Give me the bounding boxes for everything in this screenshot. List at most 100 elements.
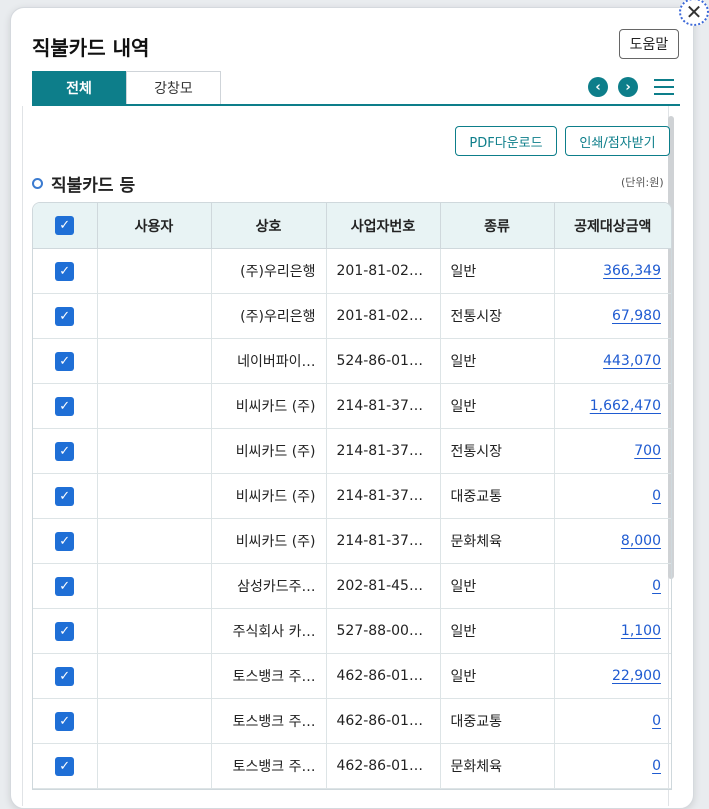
user-cell [97, 608, 212, 654]
table-row: ✓ 비씨카드 (주) 214-81-37… 일반 1,662,470 [33, 383, 671, 429]
table-header-row: ✓ 사용자 상호 사업자번호 종류 공제대상금액 [33, 203, 671, 249]
amount-link[interactable]: 366,349 [603, 263, 661, 279]
tab-bar: 전체 강창모 [32, 71, 680, 106]
merchant-cell: 비씨카드 (주) [211, 428, 327, 474]
row-checkbox-cell[interactable]: ✓ [33, 383, 98, 429]
row-checkbox[interactable]: ✓ [55, 756, 75, 776]
table-row: ✓ 토스뱅크 주… 462-86-01… 일반 22,900 [33, 653, 671, 699]
row-checkbox-cell[interactable]: ✓ [33, 428, 98, 474]
select-all-checkbox[interactable]: ✓ [55, 216, 75, 235]
table-row: ✓ 삼성카드주… 202-81-45… 일반 0 [33, 563, 671, 609]
amount-cell: 700 [554, 428, 671, 474]
row-checkbox[interactable]: ✓ [55, 621, 75, 641]
amount-cell: 1,662,470 [554, 383, 671, 429]
row-checkbox[interactable]: ✓ [55, 711, 75, 731]
row-checkbox[interactable]: ✓ [55, 306, 75, 326]
table-row: ✓ (주)우리은행 201-81-02… 일반 366,349 [33, 248, 671, 294]
type-cell: 대중교통 [440, 473, 555, 519]
merchant-cell: 주식회사 카… [211, 608, 327, 654]
row-checkbox[interactable]: ✓ [55, 441, 75, 461]
select-all-cell[interactable]: ✓ [33, 203, 98, 249]
amount-link[interactable]: 22,900 [612, 668, 661, 684]
amount-link[interactable]: 1,662,470 [590, 398, 661, 414]
user-cell [97, 383, 212, 429]
amount-cell: 0 [554, 743, 671, 789]
amount-cell: 0 [554, 563, 671, 609]
merchant-cell: 토스뱅크 주… [211, 653, 327, 699]
type-cell: 문화체육 [440, 743, 555, 789]
amount-link[interactable]: 0 [652, 488, 661, 504]
column-header: 종류 [440, 203, 555, 249]
row-checkbox-cell[interactable]: ✓ [33, 698, 98, 744]
bizno-cell: 214-81-37… [326, 518, 441, 564]
dialog-title: 직불카드 내역 [32, 36, 150, 60]
column-header: 사업자번호 [326, 203, 441, 249]
next-tab-icon[interactable]: › [618, 77, 638, 97]
row-checkbox-cell[interactable]: ✓ [33, 473, 98, 519]
row-checkbox-cell[interactable]: ✓ [33, 338, 98, 384]
amount-cell: 443,070 [554, 338, 671, 384]
amount-cell: 67,980 [554, 293, 671, 339]
type-cell: 일반 [440, 653, 555, 699]
row-checkbox-cell[interactable]: ✓ [33, 518, 98, 564]
row-checkbox[interactable]: ✓ [55, 396, 75, 416]
bullet-icon [32, 178, 43, 189]
user-cell [97, 293, 212, 339]
merchant-cell: 비씨카드 (주) [211, 383, 327, 429]
tab-all[interactable]: 전체 [32, 71, 126, 104]
amount-link[interactable]: 0 [652, 758, 661, 774]
section-title-text: 직불카드 등 [51, 176, 136, 196]
bizno-cell: 462-86-01… [326, 653, 441, 699]
type-cell: 일반 [440, 338, 555, 384]
amount-link[interactable]: 1,100 [621, 623, 661, 639]
row-checkbox[interactable]: ✓ [55, 531, 75, 551]
amount-link[interactable]: 0 [652, 713, 661, 729]
user-cell [97, 653, 212, 699]
bizno-cell: 201-81-02… [326, 293, 441, 339]
print-braille-button[interactable]: 인쇄/점자받기 [565, 126, 670, 156]
pdf-download-button[interactable]: PDF다운로드 [455, 126, 557, 156]
user-cell [97, 428, 212, 474]
row-checkbox[interactable]: ✓ [55, 486, 75, 506]
type-cell: 일반 [440, 383, 555, 429]
column-header: 사용자 [97, 203, 212, 249]
menu-icon[interactable] [654, 79, 674, 95]
row-checkbox[interactable]: ✓ [55, 666, 75, 686]
merchant-cell: 토스뱅크 주… [211, 698, 327, 744]
prev-tab-icon[interactable]: ‹ [588, 77, 608, 97]
user-cell [97, 473, 212, 519]
row-checkbox-cell[interactable]: ✓ [33, 563, 98, 609]
amount-link[interactable]: 700 [634, 443, 661, 459]
help-button[interactable]: 도움말 [619, 29, 679, 59]
bizno-cell: 462-86-01… [326, 743, 441, 789]
user-cell [97, 743, 212, 789]
amount-link[interactable]: 67,980 [612, 308, 661, 324]
type-cell: 전통시장 [440, 428, 555, 474]
bizno-cell: 201-81-02… [326, 248, 441, 294]
row-checkbox[interactable]: ✓ [55, 351, 75, 371]
row-checkbox-cell[interactable]: ✓ [33, 608, 98, 654]
type-cell: 전통시장 [440, 293, 555, 339]
row-checkbox-cell[interactable]: ✓ [33, 293, 98, 339]
row-checkbox[interactable]: ✓ [55, 576, 75, 596]
type-cell: 대중교통 [440, 698, 555, 744]
section-title: 직불카드 등 [32, 171, 135, 196]
user-cell [97, 698, 212, 744]
amount-link[interactable]: 8,000 [621, 533, 661, 549]
row-checkbox[interactable]: ✓ [55, 261, 75, 281]
unit-label: (단위:원) [621, 176, 664, 189]
close-icon[interactable]: ✕ [679, 0, 709, 26]
merchant-cell: (주)우리은행 [211, 248, 327, 294]
amount-link[interactable]: 0 [652, 578, 661, 594]
tab-user[interactable]: 강창모 [126, 71, 221, 104]
row-checkbox-cell[interactable]: ✓ [33, 653, 98, 699]
amount-link[interactable]: 443,070 [603, 353, 661, 369]
amount-cell: 1,100 [554, 608, 671, 654]
merchant-cell: (주)우리은행 [211, 293, 327, 339]
bizno-cell: 214-81-37… [326, 473, 441, 519]
row-checkbox-cell[interactable]: ✓ [33, 248, 98, 294]
row-checkbox-cell[interactable]: ✓ [33, 743, 98, 789]
card-table: ✓ 사용자 상호 사업자번호 종류 공제대상금액 ✓ (주)우리은행 201-81-… [32, 202, 672, 790]
bizno-cell: 527-88-00… [326, 608, 441, 654]
amount-cell: 8,000 [554, 518, 671, 564]
